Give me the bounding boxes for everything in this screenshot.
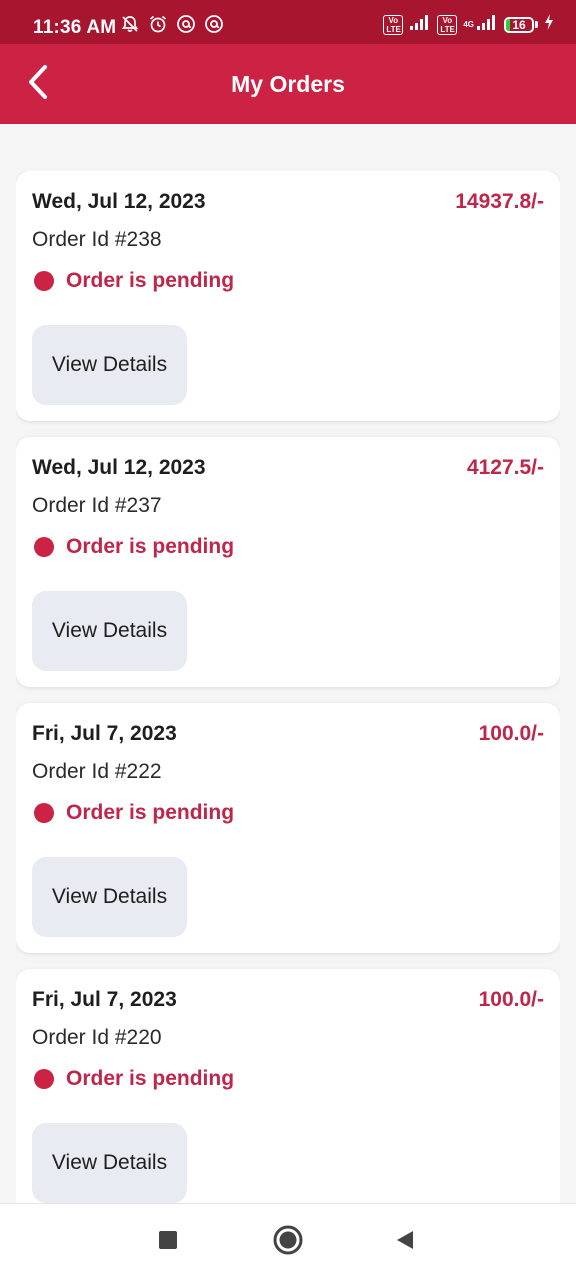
order-card: Fri, Jul 7, 2023 100.0/- Order Id #220 O… — [16, 969, 560, 1203]
status-bar: 11:36 AM Vo LTE Vo LTE 4G 16 — [0, 0, 576, 44]
orders-list[interactable]: Wed, Jul 12, 2023 14937.8/- Order Id #23… — [16, 171, 560, 1203]
battery-level-fill — [506, 18, 511, 31]
at-sign-icon — [176, 14, 196, 39]
order-date: Fri, Jul 7, 2023 — [32, 988, 177, 1011]
order-card: Wed, Jul 12, 2023 4127.5/- Order Id #237… — [16, 437, 560, 687]
order-date: Wed, Jul 12, 2023 — [32, 190, 206, 213]
page-title: My Orders — [231, 71, 345, 97]
view-details-button[interactable]: View Details — [32, 857, 187, 937]
status-dot-icon — [34, 271, 54, 291]
order-status-text: Order is pending — [66, 1067, 235, 1090]
lightning-icon — [544, 14, 554, 35]
order-id: Order Id #237 — [32, 494, 162, 517]
view-details-button[interactable]: View Details — [32, 591, 187, 671]
status-system-icons: Vo LTE Vo LTE 4G 16 — [383, 14, 554, 35]
order-date: Fri, Jul 7, 2023 — [32, 722, 177, 745]
app-bar: My Orders — [0, 44, 576, 124]
recents-button[interactable] — [148, 1222, 188, 1262]
order-status: Order is pending — [34, 269, 234, 293]
status-notification-icons — [120, 14, 224, 39]
at-sign-icon — [204, 14, 224, 39]
order-id: Order Id #238 — [32, 228, 162, 251]
order-date: Wed, Jul 12, 2023 — [32, 456, 206, 479]
status-time: 11:36 AM — [33, 17, 117, 38]
status-dot-icon — [34, 1069, 54, 1089]
back-nav-button[interactable] — [385, 1222, 425, 1262]
system-navigation-bar — [0, 1203, 576, 1280]
order-card: Wed, Jul 12, 2023 14937.8/- Order Id #23… — [16, 171, 560, 421]
volte-badge: Vo LTE — [383, 14, 404, 35]
back-triangle-icon — [394, 1229, 416, 1256]
battery-percent: 16 — [512, 17, 526, 32]
order-id: Order Id #220 — [32, 1026, 162, 1049]
order-status-text: Order is pending — [66, 535, 235, 558]
home-circle-icon — [272, 1224, 304, 1261]
order-card: Fri, Jul 7, 2023 100.0/- Order Id #222 O… — [16, 703, 560, 953]
recents-square-icon — [157, 1229, 179, 1256]
signal-icon — [409, 14, 431, 35]
home-button[interactable] — [268, 1222, 308, 1262]
mute-bell-icon — [120, 14, 140, 39]
order-status: Order is pending — [34, 801, 234, 825]
signal-icon — [476, 14, 498, 35]
order-amount: 100.0/- — [478, 988, 544, 1011]
battery-icon: 16 — [504, 16, 538, 33]
order-amount: 4127.5/- — [466, 456, 544, 479]
network-type-label: 4G — [463, 19, 474, 29]
alarm-icon — [148, 14, 168, 39]
view-details-button[interactable]: View Details — [32, 325, 187, 405]
order-amount: 100.0/- — [478, 722, 544, 745]
view-details-button[interactable]: View Details — [32, 1123, 187, 1203]
status-dot-icon — [34, 803, 54, 823]
status-dot-icon — [34, 537, 54, 557]
volte-badge: Vo LTE — [437, 14, 458, 35]
order-status-text: Order is pending — [66, 801, 235, 824]
order-status: Order is pending — [34, 535, 234, 559]
order-status: Order is pending — [34, 1067, 234, 1091]
order-id: Order Id #222 — [32, 760, 162, 783]
order-amount: 14937.8/- — [455, 190, 544, 213]
order-status-text: Order is pending — [66, 269, 235, 292]
